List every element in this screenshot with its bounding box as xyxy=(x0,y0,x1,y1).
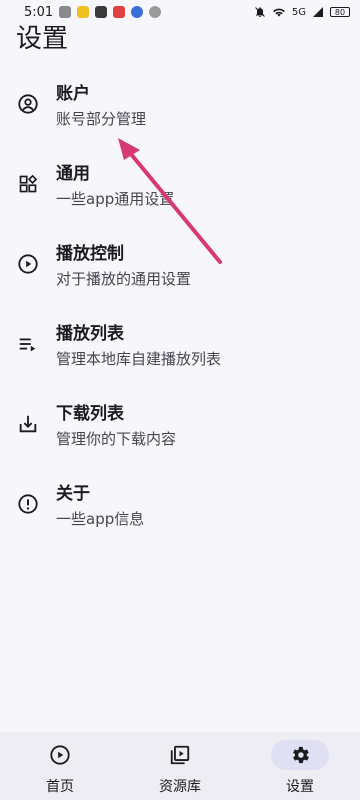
info-icon xyxy=(16,492,40,516)
nav-item-library[interactable]: 资源库 xyxy=(125,740,235,796)
setting-subtitle: 账号部分管理 xyxy=(56,110,147,128)
bottom-nav: 首页 资源库 设置 xyxy=(0,732,360,800)
setting-title: 关于 xyxy=(56,484,90,504)
nav-label: 设置 xyxy=(286,779,314,795)
notification-icon xyxy=(77,6,90,18)
nav-label: 资源库 xyxy=(159,779,201,795)
settings-list: 账户 账号部分管理 通用 一些app通用设置 播放控制 对于播放的通用设置 播放… xyxy=(0,64,360,544)
notification-icon xyxy=(149,6,162,18)
setting-text: 关于 一些app信息 xyxy=(56,479,144,529)
nav-icon-wrap xyxy=(151,740,209,770)
widgets-icon xyxy=(16,172,40,196)
signal-icon xyxy=(313,7,323,17)
setting-title: 通用 xyxy=(56,164,90,184)
network-type: 5G xyxy=(291,6,306,18)
nav-label: 首页 xyxy=(46,779,74,795)
play-circle-icon xyxy=(50,745,70,765)
setting-item-general[interactable]: 通用 一些app通用设置 xyxy=(0,144,360,224)
setting-title: 播放控制 xyxy=(56,244,124,264)
play-circle-icon xyxy=(16,252,40,276)
nav-icon-wrap xyxy=(31,740,89,770)
status-right: 5G 80 xyxy=(254,6,350,18)
setting-title: 播放列表 xyxy=(56,324,124,344)
setting-item-playback-control[interactable]: 播放控制 对于播放的通用设置 xyxy=(0,224,360,304)
setting-subtitle: 管理你的下载内容 xyxy=(56,430,177,448)
account-circle-icon xyxy=(16,92,40,116)
setting-subtitle: 一些app信息 xyxy=(56,510,145,528)
setting-item-about[interactable]: 关于 一些app信息 xyxy=(0,464,360,544)
nav-active-indicator xyxy=(271,740,329,770)
setting-text: 播放列表 管理本地库自建播放列表 xyxy=(56,319,221,369)
nav-item-home[interactable]: 首页 xyxy=(5,740,115,796)
setting-text: 通用 一些app通用设置 xyxy=(56,159,174,209)
setting-text: 下载列表 管理你的下载内容 xyxy=(56,399,176,449)
setting-title: 下载列表 xyxy=(56,404,124,424)
nav-item-settings[interactable]: 设置 xyxy=(245,740,355,796)
wifi-icon xyxy=(273,8,285,17)
setting-title: 账户 xyxy=(56,84,90,104)
setting-text: 账户 账号部分管理 xyxy=(56,79,146,129)
mute-icon xyxy=(255,7,265,17)
battery-level: 80 xyxy=(334,7,346,17)
download-icon xyxy=(16,412,40,436)
setting-text: 播放控制 对于播放的通用设置 xyxy=(56,239,191,289)
setting-subtitle: 管理本地库自建播放列表 xyxy=(56,350,222,368)
setting-item-downloads[interactable]: 下载列表 管理你的下载内容 xyxy=(0,384,360,464)
notification-icon xyxy=(131,6,144,18)
setting-subtitle: 一些app通用设置 xyxy=(56,190,175,208)
gear-icon xyxy=(293,746,309,764)
setting-item-playlists[interactable]: 播放列表 管理本地库自建播放列表 xyxy=(0,304,360,384)
notification-icon xyxy=(113,6,126,18)
playlist-play-icon xyxy=(16,332,40,356)
setting-subtitle: 对于播放的通用设置 xyxy=(56,270,192,288)
setting-item-account[interactable]: 账户 账号部分管理 xyxy=(0,64,360,144)
video-library-icon xyxy=(170,745,190,765)
battery-icon: 80 xyxy=(330,7,350,17)
notification-icon xyxy=(59,6,72,18)
page-title: 设置 xyxy=(16,24,69,54)
notification-icon xyxy=(95,6,108,18)
